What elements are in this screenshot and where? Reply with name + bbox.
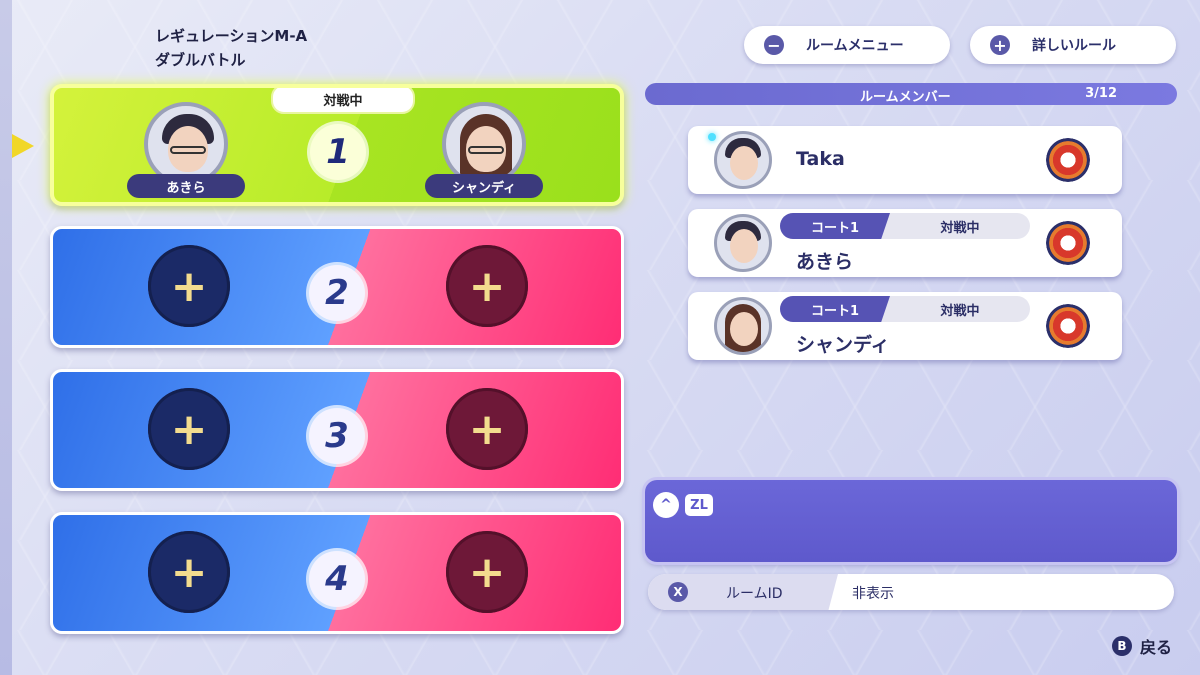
room-menu-button[interactable]: − ルームメニュー [744,26,950,64]
member-name: シャンディ [796,334,890,356]
members-header: ルームメンバー 3/12 [645,83,1177,105]
members-title: ルームメンバー [860,90,951,105]
online-indicator [708,133,716,141]
room-id-bar[interactable]: X ルームID 非表示 [648,574,1174,610]
trainer-badge-icon [1046,304,1090,348]
court-number: 2 [309,265,365,321]
x-button-icon: X [668,582,688,602]
member-name: Taka [796,148,845,170]
back-label: 戻る [1139,638,1172,657]
chevron-up-icon[interactable]: ^ [653,492,679,518]
member-row[interactable]: コート1 対戦中 シャンディ [688,292,1122,360]
court-card-3[interactable]: + 3 + [50,369,624,491]
members-count: 3/12 [1085,86,1117,101]
regulation-info: レギュレーションM-A ダブルバトル [155,24,307,72]
room-menu-label: ルームメニュー [806,38,904,54]
avatar [714,297,772,355]
court-label: コート1 [780,213,890,239]
join-red-button[interactable]: + [446,531,528,613]
join-blue-button[interactable]: + [148,388,230,470]
court-label: コート1 [780,296,890,322]
left-edge [0,0,12,675]
plus-icon: + [990,35,1010,55]
regulation-title: レギュレーションM-A [155,27,308,45]
back-button[interactable]: B 戻る [1111,634,1172,658]
minus-icon: − [764,35,784,55]
battle-type: ダブルバトル [155,51,246,69]
avatar [714,131,772,189]
court-status-badge: 対戦中 [271,88,415,114]
room-id-label: ルームID [726,586,783,602]
rules-detail-label: 詳しいルール [1032,38,1116,54]
cursor-arrow-icon [12,134,34,158]
court-number: 4 [309,551,365,607]
zl-button-icon: ZL [685,494,713,516]
status-label: 対戦中 [940,220,980,236]
trainer-badge-icon [1046,138,1090,182]
court-card-4[interactable]: + 4 + [50,512,624,634]
status-label: 対戦中 [940,303,980,319]
avatar [714,214,772,272]
chat-box[interactable]: ^ ZL [645,480,1177,562]
member-court-status: コート1 対戦中 [780,296,1030,322]
court-number: 3 [309,408,365,464]
b-button-icon: B [1111,636,1132,656]
rules-detail-button[interactable]: + 詳しいルール [970,26,1176,64]
member-court-status: コート1 対戦中 [780,213,1030,239]
player-right-name: シャンディ [425,174,543,198]
member-row[interactable]: Taka [688,126,1122,194]
join-red-button[interactable]: + [446,388,528,470]
member-row[interactable]: コート1 対戦中 あきら [688,209,1122,277]
member-name: あきら [796,251,854,273]
court-card-2[interactable]: + 2 + [50,226,624,348]
player-left-name: あきら [127,174,245,198]
join-blue-button[interactable]: + [148,531,230,613]
trainer-badge-icon [1046,221,1090,265]
join-red-button[interactable]: + [446,245,528,327]
court-card-1[interactable]: あきら 1 対戦中 シャンディ [50,84,624,206]
room-id-value: 非表示 [852,586,894,602]
court-number: 1 [310,124,366,180]
join-blue-button[interactable]: + [148,245,230,327]
